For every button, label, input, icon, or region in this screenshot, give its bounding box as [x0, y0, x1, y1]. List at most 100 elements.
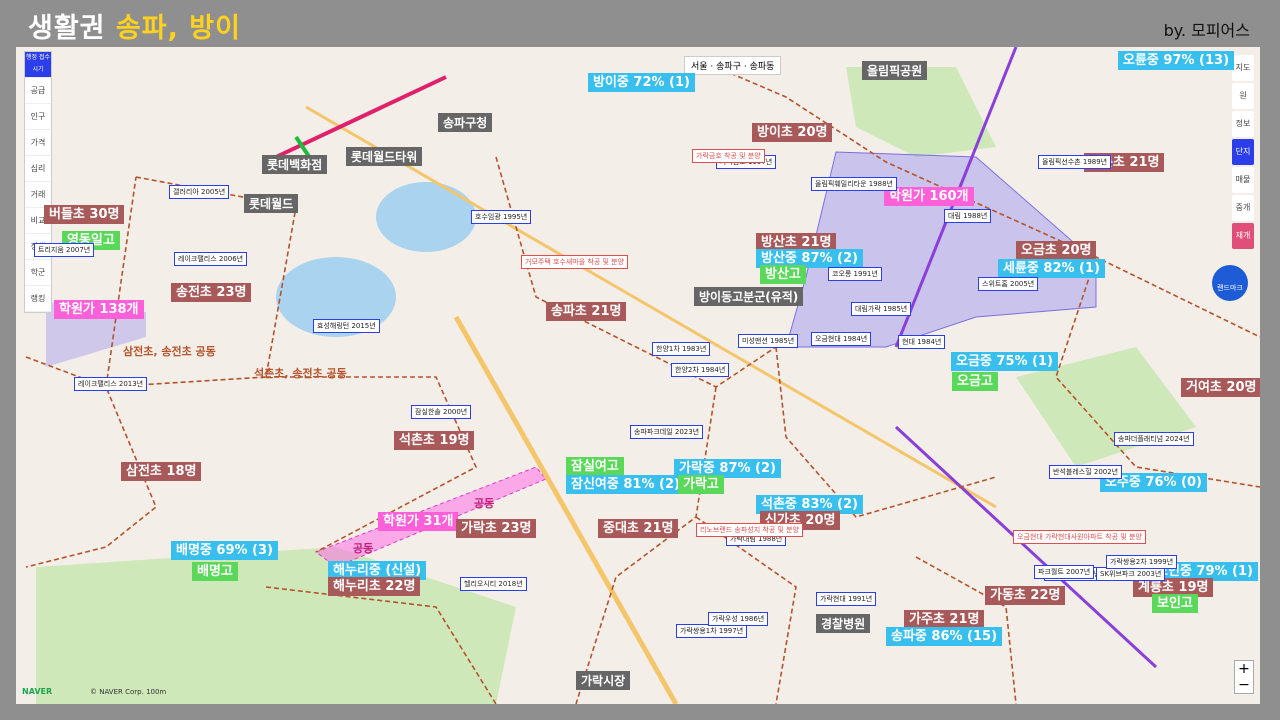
landmark-lotte-world-tower: 롯데월드타워 — [346, 147, 423, 166]
complex-button[interactable]: 단지 — [1232, 139, 1254, 165]
apartment-marker[interactable]: 파크월트 2007년 — [1034, 565, 1095, 579]
school-label: 방산고 — [760, 265, 806, 284]
school-label: 석촌초 19명 — [394, 431, 475, 450]
zone-caption-seokchon-songjeon: 석촌초, 송전초 공동 — [254, 367, 347, 380]
naver-logo: NAVER — [22, 687, 53, 696]
apartment-marker[interactable]: SK위브파크 2003년 — [1096, 567, 1166, 581]
school-label: 보인고 — [1152, 594, 1198, 613]
school-label: 오륜중 97% (13) — [1118, 51, 1235, 70]
listing-button[interactable]: 매물 — [1232, 167, 1254, 193]
school-label: 배명중 69% (3) — [171, 541, 278, 560]
info-button[interactable]: 정보 — [1232, 111, 1254, 137]
school-label: 거여초 20명 — [1181, 378, 1260, 397]
copyright: © NAVER Corp. — [90, 688, 144, 696]
byline: by. 모피어스 — [1163, 21, 1250, 40]
school-label: 학원가 160개 — [884, 187, 974, 206]
apartment-marker[interactable]: 레이크팰리스 2006년 — [174, 252, 248, 266]
map-type-button[interactable]: 지도 — [1232, 55, 1254, 81]
zoom-out-button[interactable]: − — [1235, 677, 1253, 693]
apartment-marker[interactable]: 트리지움 2007년 — [34, 243, 95, 257]
apartment-marker[interactable]: 반석블레스힐 2002년 — [1049, 465, 1123, 479]
landmark-garak-market: 가락시장 — [576, 671, 631, 690]
sidebar-item-school[interactable]: 학군 — [25, 260, 51, 286]
apartment-marker[interactable]: 가락쌍용2차 1999년 — [1106, 555, 1178, 569]
school-label: 세륜중 82% (1) — [998, 259, 1105, 278]
apartment-marker[interactable]: 효성해링턴 2015년 — [313, 319, 380, 333]
landmark-bangi-tomb: 방이동고분군(유적) — [694, 287, 804, 306]
redevelop-button[interactable]: 재개 — [1232, 223, 1254, 249]
notice-4[interactable]: 가락금호 착공 및 분양 — [692, 149, 765, 163]
zoom-control: + − — [1234, 660, 1254, 694]
sidebar-item-population[interactable]: 인구 — [25, 104, 51, 130]
apartment-marker[interactable]: 한양2차 1984년 — [671, 363, 730, 377]
zone-caption-samjeon-songjeon: 삼전초, 송전초 공동 — [123, 345, 216, 358]
zoom-in-button[interactable]: + — [1235, 661, 1253, 677]
school-label: 오금초 20명 — [1016, 241, 1097, 260]
map-canvas[interactable]: 행정 접수시기 공급 인구 가격 심리 거래 비교 정책 학군 랭킹 서울 · … — [16, 47, 1260, 704]
school-label: 잠실여고 — [566, 457, 624, 476]
notice-3[interactable]: 오금현대 가락현대사원아파트 착공 및 분양 — [1013, 530, 1146, 544]
park-southwest — [36, 547, 516, 704]
right-toolbar: 지도 원 정보 단지 매물 중개 재개 — [1232, 55, 1254, 251]
school-label: 해누리초 22명 — [328, 577, 421, 596]
apartment-marker[interactable]: 대림 1988년 — [944, 209, 992, 223]
apartment-marker[interactable]: 올림픽훼밀리타운 1988년 — [811, 177, 897, 191]
sidebar-item-price[interactable]: 가격 — [25, 130, 51, 156]
apartment-marker[interactable]: 미성맨션 1985년 — [738, 334, 799, 348]
map-scale: © NAVER Corp. 100m — [90, 688, 166, 696]
landmark-lotte-world: 롯데월드 — [244, 194, 299, 213]
apartment-marker[interactable]: 호수임광 1995년 — [471, 210, 532, 224]
apartment-marker[interactable]: 갤러리아 2005년 — [169, 185, 230, 199]
broker-button[interactable]: 중개 — [1232, 195, 1254, 221]
apartment-marker[interactable]: 스위트홈 2005년 — [978, 277, 1039, 291]
notice-1[interactable]: 거모주택 호수새마을 착공 및 분양 — [521, 255, 629, 269]
school-label: 가락고 — [678, 475, 724, 494]
left-toolbar: 행정 접수시기 공급 인구 가격 심리 거래 비교 정책 학군 랭킹 — [24, 51, 52, 313]
school-label: 오금중 75% (1) — [951, 352, 1058, 371]
apartment-marker[interactable]: 한양1차 1983년 — [652, 342, 711, 356]
zone-caption-shared-2: 공동 — [353, 542, 374, 555]
scale-label: 100m — [146, 688, 167, 696]
school-label: 중대초 21명 — [598, 519, 679, 538]
school-label: 삼전초 18명 — [121, 462, 202, 481]
landmark-button[interactable]: 랜드마크 — [1212, 265, 1248, 301]
radius-button[interactable]: 원 — [1232, 83, 1254, 109]
school-label: 가동초 22명 — [985, 586, 1066, 605]
landmark-police-hospital: 경찰병원 — [816, 614, 871, 633]
apartment-marker[interactable]: 레이크팰리스 2013년 — [74, 377, 148, 391]
zone-caption-shared-1: 공동 — [474, 497, 495, 510]
sidebar-item-registration[interactable]: 행정 접수시기 — [25, 52, 51, 78]
landmark-songpa-gu-office: 송파구청 — [438, 113, 493, 132]
breadcrumb[interactable]: 서울 · 송파구 · 송파동 — [684, 56, 782, 75]
seokchon-lake-east — [376, 182, 476, 252]
school-label: 배명고 — [192, 562, 238, 581]
school-label: 학원가 138개 — [54, 300, 144, 319]
apartment-marker[interactable]: 잠실한솔 2000년 — [411, 405, 472, 419]
school-label: 송전초 23명 — [171, 283, 252, 302]
school-label: 방이초 20명 — [752, 123, 833, 142]
page-title: 생활권 송파, 방이 — [28, 13, 241, 44]
sidebar-item-supply[interactable]: 공급 — [25, 78, 51, 104]
apartment-marker[interactable]: 오금현대 1984년 — [811, 332, 872, 346]
apartment-marker[interactable]: 가락우성 1986년 — [708, 612, 769, 626]
sidebar-item-sentiment[interactable]: 심리 — [25, 156, 51, 182]
apartment-marker[interactable]: 송파더플래티넘 2024년 — [1114, 432, 1194, 446]
school-label: 가락초 23명 — [456, 519, 537, 538]
apartment-marker[interactable]: 헬리오시티 2018년 — [460, 577, 527, 591]
apartment-marker[interactable]: 현대 1984년 — [898, 335, 946, 349]
landmark-olympic-park: 올림픽공원 — [862, 61, 928, 80]
apartment-marker[interactable]: 코오롱 1991년 — [828, 267, 882, 281]
sidebar-item-ranking[interactable]: 랭킹 — [25, 286, 51, 312]
apartment-marker[interactable]: 송파파크데일 2023년 — [630, 425, 704, 439]
school-label: 학원가 31개 — [378, 512, 459, 531]
school-label: 버들초 30명 — [44, 205, 125, 224]
landmark-lotte-department-store: 롯데백화점 — [262, 155, 328, 174]
school-label: 방이중 72% (1) — [588, 73, 695, 92]
apartment-marker[interactable]: 대림가락 1985년 — [851, 302, 912, 316]
map-graphics — [25, 47, 1260, 704]
apartment-marker[interactable]: 올림픽선수촌 1989년 — [1038, 155, 1112, 169]
apartment-marker[interactable]: 가락현대 1991년 — [816, 592, 877, 606]
notice-2[interactable]: 리노브랜드 송파성지 착공 및 분양 — [696, 523, 804, 537]
school-label: 송파초 21명 — [546, 302, 627, 321]
apartment-marker[interactable]: 가락쌍용1차 1997년 — [676, 624, 748, 638]
